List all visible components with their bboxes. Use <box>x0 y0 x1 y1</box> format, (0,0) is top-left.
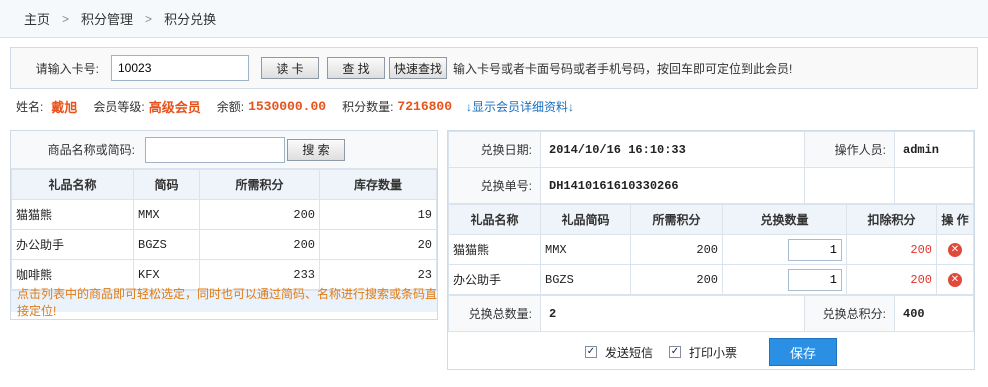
item-points: 200 <box>630 264 723 295</box>
item-name: 猫猫熊 <box>448 234 541 265</box>
search-hint: 输入卡号或者卡面号码或者手机号码，按回车即可定位到此会员! <box>453 61 793 76</box>
exchange-row: 猫猫熊 MMX 200 200 ✕ <box>448 234 974 265</box>
gift-name: 办公助手 <box>11 229 134 260</box>
read-card-button[interactable]: 读 卡 <box>261 57 319 79</box>
card-search-bar: 请输入卡号: 读 卡 查 找 快速查找 输入卡号或者卡面号码或者手机号码，按回车… <box>10 47 978 89</box>
sms-checkbox[interactable]: ✓ <box>584 346 597 358</box>
order-label: 兑换单号: <box>448 167 541 204</box>
gift-table: 礼品名称 简码 所需积分 库存数量 猫猫熊 MMX 200 19 办公助手 BG… <box>11 169 437 290</box>
col-points: 所需积分 <box>199 169 320 200</box>
gift-search-label: 商品名称或简码: <box>47 143 135 157</box>
member-balance: 1530000.00 <box>248 98 327 114</box>
col-points: 所需积分 <box>630 204 723 235</box>
item-points: 200 <box>630 234 723 265</box>
gift-name: 猫猫熊 <box>11 199 134 230</box>
gift-points: 200 <box>199 199 320 230</box>
exchange-row: 办公助手 BGZS 200 200 ✕ <box>448 264 974 295</box>
gift-search-row: 商品名称或简码: 搜 索 <box>11 131 437 169</box>
col-stock: 库存数量 <box>319 169 437 200</box>
exchange-items-table: 礼品名称 礼品简码 所需积分 兑换数量 扣除积分 操 作 猫猫熊 MMX 200… <box>448 204 974 295</box>
gift-list-panel: 商品名称或简码: 搜 索 礼品名称 简码 所需积分 库存数量 猫猫熊 MMX 2… <box>10 130 438 320</box>
operator-value: admin <box>894 131 974 168</box>
member-level: 高级会员 <box>148 99 201 115</box>
member-info: 姓名: 戴旭 会员等级: 高级会员 余额: 1530000.00 积分数量: 7… <box>16 97 574 115</box>
gift-points: 200 <box>199 229 320 260</box>
card-label: 请输入卡号: <box>35 61 99 76</box>
gift-search-button[interactable]: 搜 索 <box>287 138 345 161</box>
quantity-input[interactable] <box>788 268 842 291</box>
save-button[interactable]: 保存 <box>769 338 838 366</box>
item-code: BGZS <box>540 264 631 295</box>
gift-code: MMX <box>133 199 200 230</box>
gift-search-input[interactable] <box>145 136 285 163</box>
item-deduct: 200 <box>846 264 937 295</box>
delete-icon[interactable]: ✕ <box>948 242 962 257</box>
operator-label: 操作人员: <box>804 131 895 168</box>
item-code: MMX <box>540 234 631 265</box>
col-gift-name: 礼品名称 <box>11 169 134 200</box>
total-qty: 2 <box>540 295 805 332</box>
name-label: 姓名: <box>16 99 44 114</box>
chevron-right-icon: > <box>62 11 70 26</box>
col-deduct: 扣除积分 <box>846 204 937 235</box>
col-action: 操 作 <box>936 204 974 235</box>
points-label: 积分数量: <box>342 99 394 114</box>
member-name: 戴旭 <box>51 99 78 115</box>
empty-cell <box>804 167 895 204</box>
print-label: 打印小票 <box>689 345 738 360</box>
total-qty-label: 兑换总数量: <box>448 295 541 332</box>
exchange-panel: 兑换日期: 2014/10/16 16:10:33 操作人员: admin 兑换… <box>447 130 975 370</box>
show-details-link[interactable]: ↓显示会员详细资料↓ <box>466 98 574 115</box>
total-points-label: 兑换总积分: <box>804 295 895 332</box>
breadcrumb-level2[interactable]: 积分管理 <box>81 9 133 28</box>
item-deduct: 200 <box>846 234 937 265</box>
exchange-totals-table: 兑换总数量: 2 兑换总积分: 400 <box>448 295 974 332</box>
gift-stock: 20 <box>319 229 437 260</box>
date-label: 兑换日期: <box>448 131 541 168</box>
empty-cell <box>894 167 974 204</box>
member-points: 7216800 <box>397 98 453 114</box>
breadcrumb-home[interactable]: 主页 <box>24 9 50 28</box>
card-number-input[interactable] <box>111 55 249 81</box>
gift-row[interactable]: 办公助手 BGZS 200 20 <box>11 229 437 260</box>
usage-tip: 点击列表中的商品即可轻松选定，同时也可以通过简码、名称进行搜索或条码直接定位! <box>11 287 437 318</box>
breadcrumb-current: 积分兑换 <box>164 12 217 27</box>
total-points: 400 <box>894 295 974 332</box>
gift-code: BGZS <box>133 229 200 260</box>
exchange-info-table: 兑换日期: 2014/10/16 16:10:33 操作人员: admin 兑换… <box>448 131 974 204</box>
print-checkbox[interactable]: ✓ <box>669 346 681 358</box>
col-gift-code: 礼品简码 <box>540 204 631 235</box>
item-name: 办公助手 <box>448 264 541 295</box>
col-code: 简码 <box>133 169 200 200</box>
quantity-input[interactable] <box>788 238 842 261</box>
col-qty: 兑换数量 <box>722 204 847 235</box>
order-number: DH1410161610330266 <box>540 167 805 204</box>
sms-label: 发送短信 <box>604 345 653 360</box>
quick-find-button[interactable]: 快速查找 <box>389 57 448 79</box>
breadcrumb: 主页 > 积分管理 > 积分兑换 <box>0 0 988 38</box>
balance-label: 余额: <box>216 99 245 114</box>
find-button[interactable]: 查 找 <box>327 57 385 79</box>
col-gift-name: 礼品名称 <box>448 204 541 235</box>
delete-icon[interactable]: ✕ <box>948 272 962 287</box>
chevron-right-icon: > <box>145 11 153 26</box>
exchange-date: 2014/10/16 16:10:33 <box>540 131 805 168</box>
gift-row[interactable]: 猫猫熊 MMX 200 19 <box>11 199 437 230</box>
level-label: 会员等级: <box>93 99 145 114</box>
gift-stock: 19 <box>319 199 437 230</box>
form-footer: ✓ 发送短信 ✓ 打印小票 保存 <box>448 332 974 372</box>
